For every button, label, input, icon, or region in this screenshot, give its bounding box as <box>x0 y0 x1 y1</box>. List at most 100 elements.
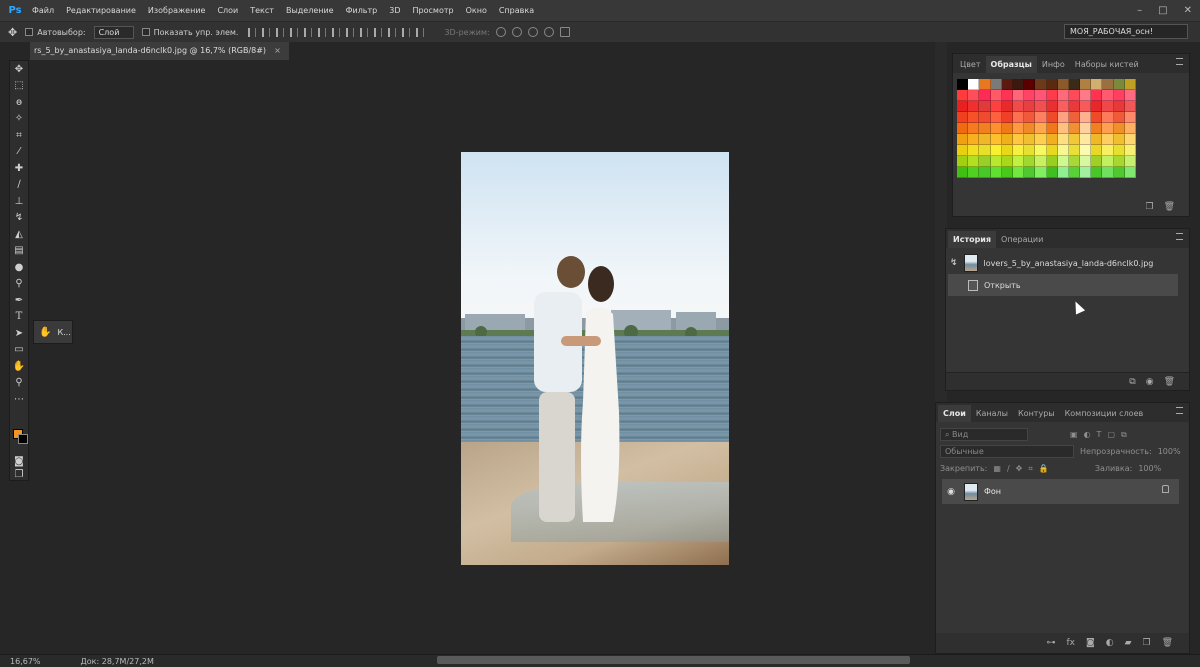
color-swatch[interactable] <box>1012 156 1025 167</box>
color-swatch[interactable] <box>1091 167 1103 178</box>
layer-filter-dropdown[interactable]: ⌕ Вид <box>940 428 1028 441</box>
align-left-icon[interactable] <box>290 27 299 37</box>
color-swatch[interactable] <box>1035 167 1047 178</box>
color-swatch[interactable] <box>1113 145 1125 156</box>
zoom-level[interactable]: 16,67% <box>10 657 41 666</box>
color-swatch[interactable] <box>1046 90 1058 101</box>
background-color-swatch[interactable] <box>18 434 28 444</box>
brush-icon[interactable]: ∕ <box>10 177 28 194</box>
color-swatch[interactable] <box>1024 112 1036 123</box>
color-swatch[interactable] <box>1057 167 1069 178</box>
color-swatch[interactable] <box>1046 134 1058 145</box>
move-tool-icon[interactable]: ✥ <box>8 26 17 39</box>
color-swatch[interactable] <box>1035 123 1047 134</box>
color-swatch[interactable] <box>1068 112 1081 123</box>
color-swatch[interactable] <box>1113 134 1125 145</box>
tab-info[interactable]: Инфо <box>1037 56 1070 73</box>
color-swatch[interactable] <box>957 79 969 90</box>
dodge-icon[interactable]: ⚲ <box>10 276 28 293</box>
color-swatch[interactable] <box>1113 101 1125 112</box>
color-swatch[interactable] <box>1102 123 1114 134</box>
pan-3d-icon[interactable] <box>527 27 538 37</box>
color-swatch[interactable] <box>957 156 969 167</box>
color-swatch[interactable] <box>1001 156 1013 167</box>
lock-transparent-icon[interactable]: ▦ <box>993 464 1001 473</box>
tab-swatches[interactable]: Образцы <box>985 56 1037 73</box>
workspace-switcher[interactable]: МОЯ_РАБОЧАЯ_осн! <box>1064 24 1188 39</box>
menu-edit[interactable]: Редактирование <box>60 0 142 21</box>
color-swatch[interactable] <box>1057 90 1069 101</box>
color-swatch[interactable] <box>1080 90 1092 101</box>
align-right-icon[interactable] <box>318 27 327 37</box>
color-swatch[interactable] <box>957 134 969 145</box>
color-swatch[interactable] <box>1124 123 1136 134</box>
snapshot-camera-icon[interactable]: ◉ <box>1146 377 1154 387</box>
hand-icon[interactable]: ✋ <box>10 358 28 375</box>
color-swatch[interactable] <box>1068 134 1081 145</box>
color-swatch[interactable] <box>1046 123 1058 134</box>
color-swatch[interactable] <box>1024 134 1036 145</box>
color-swatch[interactable] <box>968 101 980 112</box>
color-swatch[interactable] <box>1068 123 1081 134</box>
color-swatch[interactable] <box>1035 134 1047 145</box>
color-swatch[interactable] <box>1001 145 1013 156</box>
color-swatch[interactable] <box>1057 101 1069 112</box>
opacity-value[interactable]: 100% <box>1158 447 1181 456</box>
healing-brush-icon[interactable]: ✚ <box>10 160 28 177</box>
filter-shape-icon[interactable]: ▢ <box>1107 430 1115 439</box>
color-swatch[interactable] <box>979 123 991 134</box>
show-transform-checkbox[interactable] <box>141 28 150 36</box>
document-tab[interactable]: rs_5_by_anastasiya_landa-d6nclk0.jpg @ 1… <box>30 42 289 60</box>
slide-3d-icon[interactable] <box>543 27 554 37</box>
filter-adjustment-icon[interactable]: ◐ <box>1084 430 1091 439</box>
filter-smart-object-icon[interactable]: ⧉ <box>1121 430 1127 440</box>
color-swatch[interactable] <box>1012 112 1025 123</box>
document-size[interactable]: Док: 28,7M/27,2M <box>81 657 154 666</box>
close-tab-icon[interactable]: × <box>274 42 281 60</box>
color-swatch[interactable] <box>979 101 991 112</box>
color-swatch[interactable] <box>1035 112 1047 123</box>
align-vcenter-icon[interactable] <box>262 27 271 37</box>
orbit-3d-icon[interactable] <box>495 27 506 37</box>
menu-help[interactable]: Справка <box>493 0 540 21</box>
brush-mini-panel[interactable]: ✋ К... <box>33 320 73 344</box>
color-swatch[interactable] <box>1046 167 1058 178</box>
color-swatch[interactable] <box>968 123 980 134</box>
color-swatch[interactable] <box>968 156 980 167</box>
color-swatch[interactable] <box>1124 156 1136 167</box>
color-swatch[interactable] <box>1091 156 1103 167</box>
path-selection-icon[interactable]: ➤ <box>10 325 28 342</box>
horizontal-scrollbar[interactable] <box>437 656 910 664</box>
lasso-icon[interactable]: ɵ <box>10 94 28 111</box>
menu-type[interactable]: Текст <box>244 0 280 21</box>
color-swatch[interactable] <box>1068 90 1081 101</box>
color-swatch[interactable] <box>1102 112 1114 123</box>
clone-stamp-icon[interactable]: ⊥ <box>10 193 28 210</box>
align-top-icon[interactable] <box>248 27 257 37</box>
color-swatch[interactable] <box>979 134 991 145</box>
color-swatch[interactable] <box>957 167 969 178</box>
color-swatch[interactable] <box>1102 156 1114 167</box>
pen-icon[interactable]: ✒ <box>10 292 28 309</box>
color-swatch[interactable] <box>1080 156 1092 167</box>
color-swatch[interactable] <box>1091 79 1103 90</box>
layer-style-icon[interactable]: fx <box>1066 638 1075 648</box>
color-swatch[interactable] <box>1068 156 1081 167</box>
color-swatch[interactable] <box>1124 90 1136 101</box>
new-layer-icon[interactable]: ❐ <box>1142 638 1150 648</box>
color-swatch[interactable] <box>1046 79 1058 90</box>
panel-menu-icon[interactable] <box>1176 407 1183 414</box>
color-swatch[interactable] <box>1024 123 1036 134</box>
tab-brush-presets[interactable]: Наборы кистей <box>1070 56 1144 73</box>
tab-paths[interactable]: Контуры <box>1013 405 1060 422</box>
color-swatch[interactable] <box>1102 167 1114 178</box>
color-swatch[interactable] <box>968 134 980 145</box>
layer-mask-icon[interactable]: ◙ <box>1086 638 1095 648</box>
color-swatch[interactable] <box>1080 79 1092 90</box>
color-swatch[interactable] <box>1035 79 1047 90</box>
lock-pixels-icon[interactable]: ∕ <box>1007 464 1010 473</box>
move-icon[interactable]: ✥ <box>10 61 28 78</box>
color-swatch[interactable] <box>1001 79 1013 90</box>
blend-mode-dropdown[interactable]: Обычные <box>940 445 1074 458</box>
color-swatch[interactable] <box>990 145 1002 156</box>
